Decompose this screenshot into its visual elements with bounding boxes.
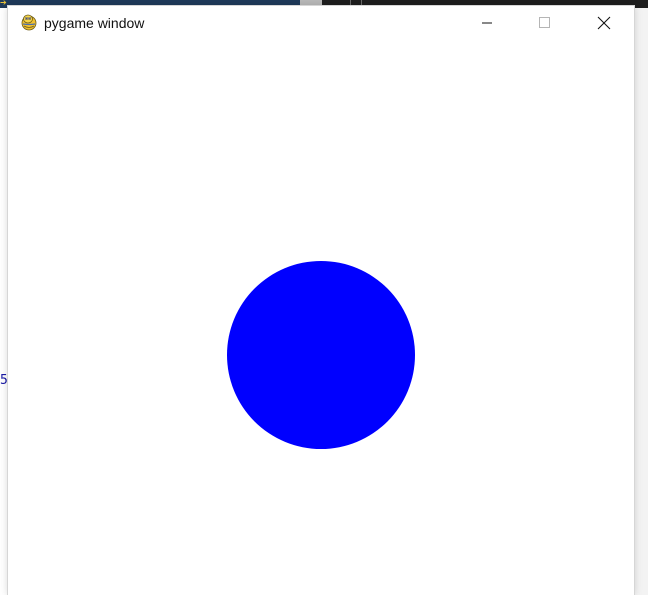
background-app-edge xyxy=(634,8,648,595)
game-canvas[interactable] xyxy=(8,40,634,595)
background-code-text: 5 xyxy=(0,373,8,388)
pygame-window[interactable]: pygame window xyxy=(8,6,634,595)
pygame-snake-icon xyxy=(21,14,37,31)
desktop: ➔ 5 pygame window xyxy=(0,0,648,595)
minimize-icon xyxy=(482,22,492,24)
maximize-button[interactable] xyxy=(516,6,574,40)
minimize-button[interactable] xyxy=(458,6,516,40)
arrow-icon: ➔ xyxy=(0,0,7,7)
close-button[interactable] xyxy=(574,6,634,40)
window-title: pygame window xyxy=(44,15,145,31)
maximize-icon xyxy=(539,17,550,28)
close-icon xyxy=(597,16,611,30)
title-bar[interactable]: pygame window xyxy=(8,6,634,40)
blue-circle xyxy=(227,261,415,449)
